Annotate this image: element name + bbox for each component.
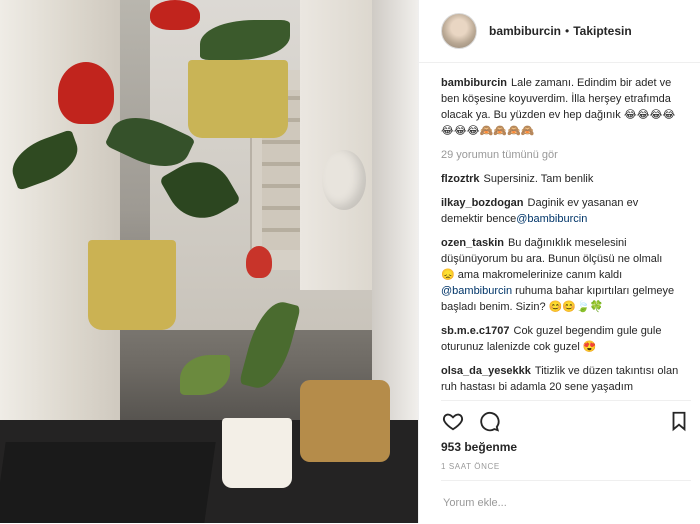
hanging-pot-top	[188, 60, 288, 138]
post-header: bambiburcin • Takiptesin	[419, 0, 700, 63]
comment-username[interactable]: sb.m.e.c1707	[441, 325, 510, 337]
post-timestamp: 1 SAAT ÖNCE	[441, 462, 500, 471]
comments-list: bambiburcin Lale zamanı. Edindim bir adet…	[419, 63, 700, 393]
avatar[interactable]	[441, 13, 477, 49]
comment-input[interactable]	[441, 495, 675, 510]
curtain-knot	[322, 150, 366, 210]
laptop	[0, 442, 216, 523]
hanging-pot	[88, 240, 176, 330]
comment: flzoztrk Supersiniz. Tam benlik	[441, 171, 679, 187]
comment: olsa_da_yesekkk Titizlik ve düzen takıntı…	[441, 363, 679, 393]
mention-link[interactable]: @bambiburcin	[516, 213, 587, 225]
likes-count[interactable]: 953 beğenme	[441, 440, 517, 454]
caption-username[interactable]: bambiburcin	[441, 77, 507, 89]
anthurium-flower	[58, 62, 114, 124]
comment: ozen_taskin Bu dağınıklık meselesini düşü…	[441, 235, 679, 315]
bookmark-icon[interactable]	[667, 409, 691, 433]
basket-pot	[300, 380, 390, 462]
comment-icon[interactable]	[477, 409, 501, 433]
comment-username[interactable]: flzoztrk	[441, 173, 480, 185]
comment-username[interactable]: olsa_da_yesekkk	[441, 365, 531, 377]
mention-link[interactable]: @bambiburcin	[441, 285, 512, 297]
leaf	[180, 355, 230, 395]
comment-username[interactable]: ilkay_bozdogan	[441, 197, 524, 209]
comment: ilkay_bozdogan Daginik ev yasanan ev deme…	[441, 195, 679, 227]
heart-icon[interactable]	[441, 409, 465, 433]
mug	[222, 418, 292, 488]
author-username[interactable]: bambiburcin	[489, 24, 561, 38]
caption: bambiburcin Lale zamanı. Edindim bir adet…	[441, 75, 679, 139]
add-comment-bar	[441, 480, 691, 524]
anthurium-flower	[150, 0, 200, 30]
instagram-post: bambiburcin • Takiptesin bambiburcin Lale…	[0, 0, 700, 523]
view-all-comments-link[interactable]: 29 yorumun tümünü gör	[441, 147, 679, 163]
action-bar	[441, 400, 691, 441]
post-sidebar: bambiburcin • Takiptesin bambiburcin Lale…	[418, 0, 700, 523]
comment-text: Supersiniz. Tam benlik	[483, 173, 594, 185]
comment-username[interactable]: ozen_taskin	[441, 237, 504, 249]
follow-status[interactable]: Takiptesin	[573, 24, 631, 38]
tulip-flower	[246, 246, 272, 278]
post-photo[interactable]	[0, 0, 418, 523]
separator-dot: •	[565, 24, 570, 38]
comment: sb.m.e.c1707 Cok guzel begendim gule gule…	[441, 323, 679, 355]
